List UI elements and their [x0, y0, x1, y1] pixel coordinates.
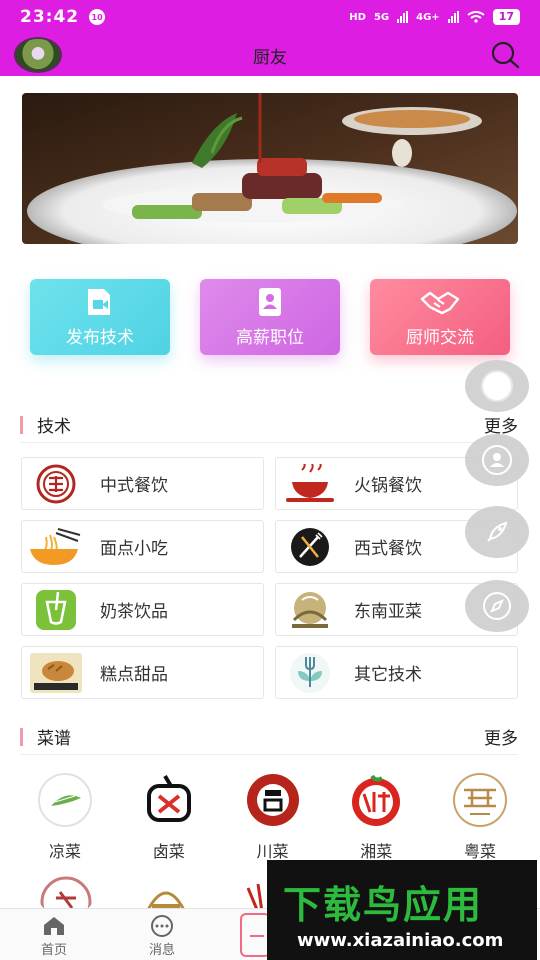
floating-button-compass[interactable]	[465, 580, 529, 632]
user-icon	[482, 445, 512, 475]
braised-dish-icon	[146, 774, 191, 822]
search-icon[interactable]	[490, 40, 520, 70]
tech-item-label: 奶茶饮品	[100, 602, 168, 622]
contact-book-icon	[259, 287, 281, 316]
recipe-label: 川菜	[256, 842, 289, 861]
tab-message[interactable]: 消息	[132, 915, 192, 958]
signal-icon-2	[447, 11, 459, 23]
4g-label: 4G+	[416, 11, 440, 23]
watermark-title: 下载鸟应用	[283, 883, 484, 927]
recipe-more-link[interactable]: 更多	[484, 724, 518, 749]
circle-icon	[481, 370, 513, 402]
tech-item-noodles[interactable]: 面点小吃	[21, 520, 264, 573]
recipe-section-header: 菜谱 更多	[20, 719, 518, 755]
publish-tech-label: 发布技术	[66, 327, 134, 348]
tab-message-label: 消息	[148, 943, 175, 958]
video-icon	[88, 288, 110, 315]
tech-grid: 中式餐饮 火锅餐饮 面点小吃 西式餐饮 奶茶饮品 东南亚菜 糕点甜品 其它技术	[21, 457, 518, 699]
wifi-icon	[467, 11, 485, 23]
banner-image[interactable]	[22, 93, 518, 244]
southeast-asian-icon	[282, 588, 338, 632]
section-marker	[20, 727, 23, 746]
add-post-button[interactable]	[240, 913, 270, 957]
tab-home[interactable]: 首页	[24, 915, 84, 958]
signal-icon	[397, 11, 409, 23]
section-marker	[20, 415, 23, 434]
compass-icon	[483, 592, 511, 620]
recipe-list: 凉菜 卤菜 川菜 湘菜 粤菜	[20, 772, 525, 862]
high-salary-jobs-label: 高薪职位	[236, 327, 304, 348]
other-tech-icon	[282, 651, 338, 695]
tech-item-label: 西式餐饮	[354, 539, 422, 559]
recipe-item-cantonese[interactable]: 粤菜	[435, 772, 525, 862]
tab-home-label: 首页	[40, 943, 67, 958]
tech-section-title: 技术	[37, 417, 71, 437]
battery-indicator: 17	[492, 9, 520, 25]
status-time: 23:42	[20, 7, 80, 27]
recipe-label: 粤菜	[463, 842, 496, 861]
notification-badge: 10	[89, 9, 106, 25]
status-bar: 23:42 10 HD 5G 4G+ 17	[0, 0, 540, 34]
tech-item-label: 火锅餐饮	[354, 476, 422, 496]
tech-item-label: 面点小吃	[100, 539, 168, 559]
5g-label: 5G	[373, 11, 390, 23]
publish-tech-button[interactable]: 发布技术	[30, 279, 170, 355]
cantonese-dish-icon	[453, 773, 507, 827]
rocket-icon	[487, 521, 508, 542]
recipe-label: 卤菜	[152, 842, 185, 861]
hd-label: HD	[349, 11, 366, 23]
home-icon	[44, 917, 64, 935]
tech-section-header: 技术 更多	[20, 407, 518, 443]
recipe-section-title: 菜谱	[37, 729, 71, 749]
chef-exchange-label: 厨师交流	[406, 327, 474, 348]
recipe-label: 湘菜	[360, 842, 393, 861]
page-title: 厨友	[253, 47, 287, 68]
western-cuisine-icon	[282, 525, 338, 569]
tech-item-label: 其它技术	[354, 665, 422, 685]
recipe-item-sichuan[interactable]: 川菜	[228, 772, 318, 862]
floating-button-home[interactable]	[465, 360, 529, 412]
handshake-icon	[420, 291, 460, 314]
tech-item-milktea[interactable]: 奶茶饮品	[21, 583, 264, 636]
tech-item-bakery[interactable]: 糕点甜品	[21, 646, 264, 699]
status-icons: HD 5G 4G+ 17	[349, 9, 520, 25]
tech-item-label: 糕点甜品	[100, 665, 168, 685]
food-plate-image	[22, 93, 518, 244]
chef-exchange-button[interactable]: 厨师交流	[370, 279, 510, 355]
app-header: 厨友	[0, 34, 540, 76]
cold-dish-icon	[38, 772, 92, 827]
chinese-cuisine-icon	[28, 462, 84, 506]
watermark-url: www.xiazainiao.com	[297, 930, 504, 951]
milk-tea-icon	[28, 588, 84, 632]
hotpot-icon	[282, 462, 338, 506]
bakery-icon	[28, 651, 84, 695]
category-buttons: 发布技术 高薪职位 厨师交流	[30, 279, 510, 355]
avatar[interactable]	[14, 37, 62, 73]
recipe-item-cold[interactable]: 凉菜	[20, 772, 110, 862]
message-icon	[151, 915, 173, 937]
tech-item-other[interactable]: 其它技术	[275, 646, 518, 699]
high-salary-jobs-button[interactable]: 高薪职位	[200, 279, 340, 355]
noodles-icon	[28, 525, 84, 569]
watermark-banner: 下载鸟应用 www.xiazainiao.com	[267, 860, 537, 960]
tech-item-label: 中式餐饮	[100, 476, 168, 496]
floating-button-user[interactable]	[465, 434, 529, 486]
sichuan-dish-icon	[246, 774, 299, 826]
recipe-label: 凉菜	[48, 842, 81, 861]
recipe-item-hunan[interactable]: 湘菜	[331, 772, 421, 862]
hunan-dish-icon	[352, 774, 401, 826]
tech-item-chinese[interactable]: 中式餐饮	[21, 457, 264, 510]
floating-button-rocket[interactable]	[465, 506, 529, 558]
recipe-item-braised[interactable]: 卤菜	[124, 772, 214, 862]
tech-item-label: 东南亚菜	[354, 602, 422, 622]
